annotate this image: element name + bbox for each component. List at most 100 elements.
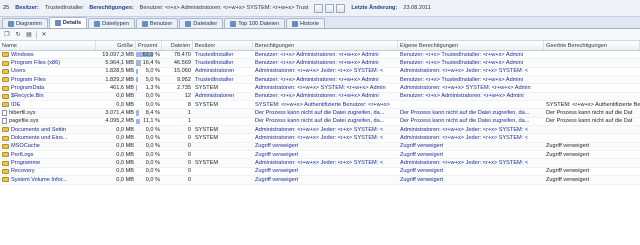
cell-percent: 0,0 % (136, 168, 162, 175)
table-row[interactable]: Users 1.828,5 MB 5,0 % 15.060 Administratore… (0, 68, 640, 77)
cell-permissions: Zugriff verweigert (255, 176, 299, 183)
cell-files: 1 (187, 110, 191, 117)
name-text: $Recycle.Bin (11, 93, 44, 100)
chart-icon (8, 20, 14, 27)
cell-percent: 0,0 % (136, 101, 162, 108)
changed-value: 23.08.2011 (403, 5, 431, 11)
tab-dateialter[interactable]: Dateialter (179, 18, 224, 28)
table-row[interactable]: Program Files 1.829,2 MB 5,0 % 9.952 Trusted… (0, 76, 640, 85)
cell-own-permissions: Benutzer: <r+x> TrustedInstaller: <r+w+x… (400, 51, 523, 58)
cell-permissions: Zugriff verweigert (255, 143, 299, 150)
cell-percent: 0,0 % (136, 151, 162, 158)
col-inherited-permissions[interactable]: Geerbte Berechtigungen (544, 41, 640, 50)
cell-percent: 52,0 % (136, 51, 162, 58)
tab-historie[interactable]: Historie (286, 18, 325, 28)
percent-text: 8,4 % (145, 110, 160, 117)
name-text: MSOCache (11, 143, 40, 150)
cell-permissions: SYSTEM: <r+w+x> Authentifizierte Benutze… (255, 101, 390, 108)
forward-icon[interactable] (325, 3, 335, 13)
tab-details[interactable]: Details (48, 17, 88, 28)
cell-owner (193, 151, 253, 158)
cell-name: Program Files (0, 76, 96, 83)
percent-text: 16,4 % (142, 60, 160, 67)
name-text: Programme (11, 160, 41, 167)
cell-inherited-permissions (544, 84, 640, 91)
cell-percent: 0,0 % (136, 143, 162, 150)
table-row[interactable]: Program Files (x86) 5.964,1 MB 16,4 % 46.56… (0, 59, 640, 68)
col-name[interactable]: Name (0, 41, 96, 50)
cell-owner (193, 168, 253, 175)
folder-icon (2, 127, 9, 133)
table-row[interactable]: hiberfil.sys 3.071,4 MB 8,4 % 1 Der Prozess … (0, 109, 640, 118)
cell-size: 19.097,3 MB (102, 51, 134, 58)
cell-permissions: Administratoren: <r+w+x> Jeder: <r+x> SY… (255, 160, 384, 167)
view-icon[interactable] (336, 3, 346, 13)
delete-icon[interactable]: ✕ (40, 31, 48, 39)
percent-text: 5,0 % (145, 68, 160, 75)
table-row[interactable]: MSOCache 0,0 MB 0,0 % 0 Zugriff verweigert Zu… (0, 142, 640, 152)
cell-owner: SYSTEM (195, 126, 219, 133)
cell-size: 0,0 MB (116, 176, 134, 183)
cell-name: PerfLogs (0, 151, 96, 158)
percent-text: 0,0 % (145, 93, 160, 100)
name-text: Program Files (11, 76, 46, 83)
tab-label: Diagramm (16, 20, 42, 27)
folder-icon (2, 177, 9, 183)
refresh-icon[interactable]: ↻ (14, 31, 22, 39)
name-text: IDE (11, 101, 21, 108)
col-permissions[interactable]: Berechtigungen (253, 41, 398, 50)
cell-size: 0,0 MB (116, 151, 134, 158)
cell-name: ProgramData (0, 84, 96, 91)
table-row[interactable]: Windows 19.097,3 MB 52,0 % 78.470 TrustedIns… (0, 51, 640, 60)
col-own-permissions[interactable]: Eigene Berechtigungen (398, 41, 544, 50)
col-percent[interactable]: Prozent (136, 41, 162, 50)
cell-files: 12 (184, 93, 191, 100)
table-row[interactable]: ProgramData 461,6 MB 1,3 % 2.735 SYSTEM Admin… (0, 84, 640, 93)
folder-icon (2, 143, 9, 149)
row-counter: 25 (3, 5, 10, 11)
cell-size: 0,0 MB (116, 168, 134, 175)
table-row[interactable]: Programme 0,0 MB 0,0 % 0 SYSTEM Administrator… (0, 159, 640, 168)
cell-permissions: Administratoren: <r+w+x> Jeder: <r+x> SY… (255, 68, 384, 75)
table-row[interactable]: Dokumente und Eins... 0,0 MB 0,0 % 0 SYSTEM A… (0, 134, 640, 143)
table-row[interactable]: System Volume Infor... 0,0 MB 0,0 % 0 Zugrif… (0, 176, 640, 185)
tab-benutzer[interactable]: Benutzer (135, 18, 179, 28)
table-row[interactable]: Recovery 0,0 MB 0,0 % 0 Zugriff verweigert Zu… (0, 168, 640, 177)
owner-label: Besitzer: (15, 5, 39, 11)
cell-name: Program Files (x86) (0, 59, 96, 66)
cell-size: 0,0 MB (116, 93, 134, 100)
col-owner[interactable]: Besitzer (193, 41, 253, 50)
table-row[interactable]: Documents and Settin 0,0 MB 0,0 % 0 SYSTEM Ad… (0, 126, 640, 135)
cell-permissions: Zugriff verweigert (255, 168, 299, 175)
cell-own-permissions: Benutzer: <r+x> Administratoren: <r+w+x>… (400, 93, 524, 100)
name-text: Documents and Settin (11, 126, 67, 133)
cell-size: 5.964,1 MB (105, 60, 134, 67)
copy-icon[interactable]: ❐ (3, 31, 11, 39)
name-text: PerfLogs (11, 151, 34, 158)
tab-label: Top 100 Dateien (238, 20, 279, 27)
cell-own-permissions: Der Prozess kann nicht auf die Datei zug… (400, 118, 530, 125)
back-icon[interactable] (314, 3, 324, 13)
table-row[interactable]: IDE 0,0 MB 0,0 % 8 SYSTEM SYSTEM: <r+w+x> Aut… (0, 101, 640, 110)
cell-owner: TrustedInstaller (195, 76, 234, 83)
table-header: Name Größe Prozent Dateien Besitzer Bere… (0, 41, 640, 51)
tab-top100[interactable]: Top 100 Dateien (224, 18, 285, 28)
col-files[interactable]: Dateien (162, 41, 193, 50)
name-text: Users (11, 68, 26, 75)
folder-icon (2, 60, 9, 66)
cell-size: 0,0 MB (116, 101, 134, 108)
open-folder-icon[interactable]: ▤ (25, 31, 33, 39)
cell-permissions: Der Prozess kann nicht auf die Datei zug… (255, 110, 385, 117)
tab-label: Dateitypen (102, 20, 129, 27)
folder-icon (2, 152, 9, 158)
cell-own-permissions: Der Prozess kann nicht auf die Datei zug… (400, 110, 530, 117)
tab-diagramm[interactable]: Diagramm (2, 18, 48, 28)
cell-permissions: Zugriff verweigert (255, 151, 299, 158)
table-row[interactable]: pagefile.sys 4.095,2 MB 11,1 % 1 Der Prozess… (0, 118, 640, 127)
cell-inherited-permissions (544, 126, 640, 133)
table-row[interactable]: $Recycle.Bin 0,0 MB 0,0 % 12 Administratoren… (0, 92, 640, 102)
col-size[interactable]: Größe (96, 41, 136, 50)
cell-inherited-permissions (544, 59, 640, 66)
table-row[interactable]: PerfLogs 0,0 MB 0,0 % 0 Zugriff verweigert Zu… (0, 151, 640, 160)
tab-dateitypen[interactable]: Dateitypen (88, 18, 135, 28)
